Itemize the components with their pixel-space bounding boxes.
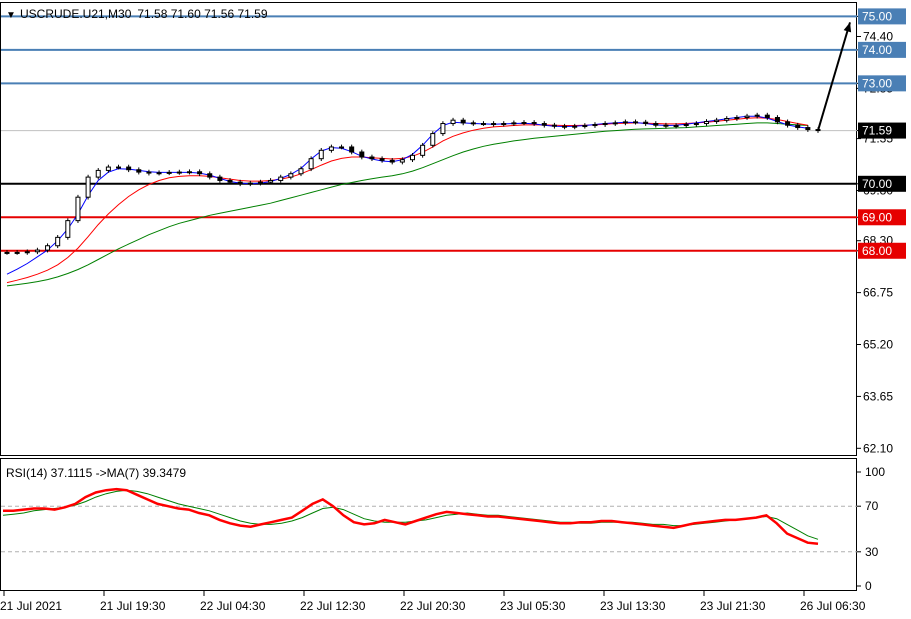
svg-text:71.59: 71.59 xyxy=(862,124,892,138)
candle xyxy=(55,235,61,249)
candle xyxy=(308,156,314,172)
candle xyxy=(75,194,81,223)
trading-chart: 75.0074.4074.0073.0072.8571.5971.3570.00… xyxy=(0,2,906,613)
rsi-tick-label: 100 xyxy=(865,465,885,479)
price-tick-label: 65.20 xyxy=(863,338,893,352)
time-tick-label: 21 Jul 19:30 xyxy=(100,599,166,613)
level-badge: 68.00 xyxy=(858,242,906,259)
candle xyxy=(65,218,71,240)
svg-text:75.00: 75.00 xyxy=(862,9,892,23)
level-badge: 74.00 xyxy=(858,41,906,58)
candle xyxy=(430,131,436,148)
level-badge: 75.00 xyxy=(858,8,906,25)
level-badge: 73.00 xyxy=(858,75,906,92)
time-tick-label: 23 Jul 13:30 xyxy=(600,599,666,613)
candle xyxy=(318,147,324,162)
symbol-label: USCRUDE.U21,M30 xyxy=(20,7,132,21)
time-tick-label: 22 Jul 12:30 xyxy=(300,599,366,613)
price-tick-label: 62.10 xyxy=(863,441,893,455)
price-tick-label: 74.40 xyxy=(863,29,893,43)
svg-text:USCRUDE.U21,M3071.58 71.60 71.: USCRUDE.U21,M30 71.58 71.60 71.56 71.59 xyxy=(20,7,268,21)
level-badge: 70.00 xyxy=(858,175,906,192)
rsi-axis: 100 70 30 0 xyxy=(857,465,885,593)
main-pane-frame xyxy=(0,2,857,456)
rsi-title: RSI(14) 37.1115 ->MA(7) 39.3479 xyxy=(6,466,186,480)
time-tick-label: 23 Jul 21:30 xyxy=(700,599,766,613)
ohlc-values: 71.58 71.60 71.56 71.59 xyxy=(137,7,267,21)
time-tick-label: 26 Jul 06:30 xyxy=(800,599,866,613)
price-tick-label: 66.75 xyxy=(863,286,893,300)
rsi-tick-label: 0 xyxy=(865,579,872,593)
time-tick-label: 21 Jul 2021 xyxy=(0,599,62,613)
current-price-badge: 71.59 xyxy=(858,122,906,139)
time-axis: 21 Jul 2021 21 Jul 19:30 22 Jul 04:30 22 Ju… xyxy=(0,591,866,613)
level-badge: 69.00 xyxy=(858,209,906,226)
price-badges: 75.00 74.00 73.00 70.00 69.00 68.00 71.59 xyxy=(858,8,906,259)
time-tick-label: 22 Jul 20:30 xyxy=(400,599,466,613)
dropdown-triangle-icon[interactable]: ▼ xyxy=(6,10,16,21)
candle xyxy=(440,121,446,136)
price-tick-label: 63.65 xyxy=(863,389,893,403)
svg-text:73.00: 73.00 xyxy=(862,76,892,90)
rsi-tick-label: 70 xyxy=(865,499,879,513)
svg-text:68.00: 68.00 xyxy=(862,244,892,258)
candle xyxy=(85,174,91,200)
rsi-tick-label: 30 xyxy=(865,545,879,559)
svg-text:74.00: 74.00 xyxy=(862,43,892,57)
time-tick-label: 22 Jul 04:30 xyxy=(200,599,266,613)
candle xyxy=(420,142,426,158)
svg-text:69.00: 69.00 xyxy=(862,210,892,224)
time-tick-label: 23 Jul 05:30 xyxy=(500,599,566,613)
svg-text:70.00: 70.00 xyxy=(862,177,892,191)
